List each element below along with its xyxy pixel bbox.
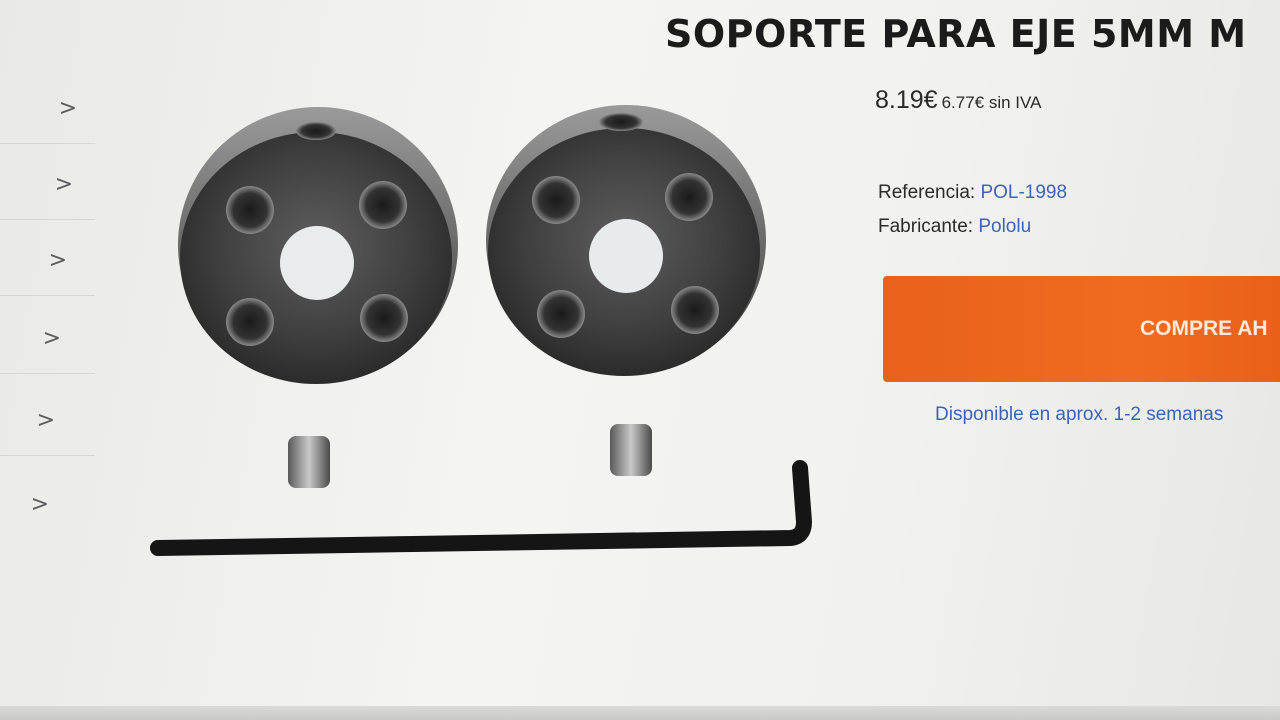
chevron-right-icon: > bbox=[54, 172, 73, 197]
reference-value: POL-1998 bbox=[980, 182, 1068, 203]
set-screw-right bbox=[610, 424, 652, 476]
sidebar-item-4[interactable]: > bbox=[0, 300, 95, 374]
manufacturer-label: Fabricante: bbox=[878, 216, 979, 237]
reference-label: Referencia: bbox=[878, 182, 981, 203]
hex-key bbox=[150, 460, 812, 556]
category-sidebar: > > > > > > bbox=[0, 70, 95, 540]
mounting-hub-right bbox=[486, 105, 766, 376]
sidebar-item-6[interactable]: > bbox=[0, 466, 95, 540]
availability-text: Disponible en aprox. 1-2 semanas bbox=[935, 404, 1224, 425]
sidebar-item-2[interactable]: > bbox=[0, 146, 95, 220]
buy-now-label: COMPRE AH bbox=[1140, 317, 1268, 340]
chevron-right-icon: > bbox=[36, 408, 55, 433]
sidebar-item-5[interactable]: > bbox=[0, 382, 95, 456]
chevron-right-icon: > bbox=[48, 248, 67, 273]
sidebar-item-3[interactable]: > bbox=[0, 222, 95, 296]
screen: > > > > > > SOPORTE PARA EJE 5MM M 8.19€… bbox=[0, 0, 1280, 720]
manufacturer-link[interactable]: Pololu bbox=[978, 216, 1031, 237]
product-image bbox=[150, 105, 812, 556]
product-title: SOPORTE PARA EJE 5MM M bbox=[665, 12, 1247, 56]
buy-now-button[interactable]: COMPRE AH bbox=[883, 276, 1280, 382]
reference-row: Referencia: POL-1998 bbox=[878, 182, 1067, 204]
price-block: 8.19€ 6.77€ sin IVA bbox=[875, 86, 1041, 115]
manufacturer-row: Fabricante: Pololu bbox=[878, 216, 1031, 238]
mounting-hub-left bbox=[178, 107, 458, 384]
chevron-right-icon: > bbox=[42, 326, 61, 351]
set-screw-left bbox=[288, 436, 330, 488]
price: 8.19€ bbox=[875, 86, 938, 114]
chevron-right-icon: > bbox=[58, 96, 77, 121]
price-without-vat: 6.77€ sin IVA bbox=[941, 93, 1042, 112]
chevron-right-icon: > bbox=[30, 492, 49, 517]
screen-bezel bbox=[0, 706, 1280, 720]
sidebar-item-1[interactable]: > bbox=[0, 70, 95, 144]
